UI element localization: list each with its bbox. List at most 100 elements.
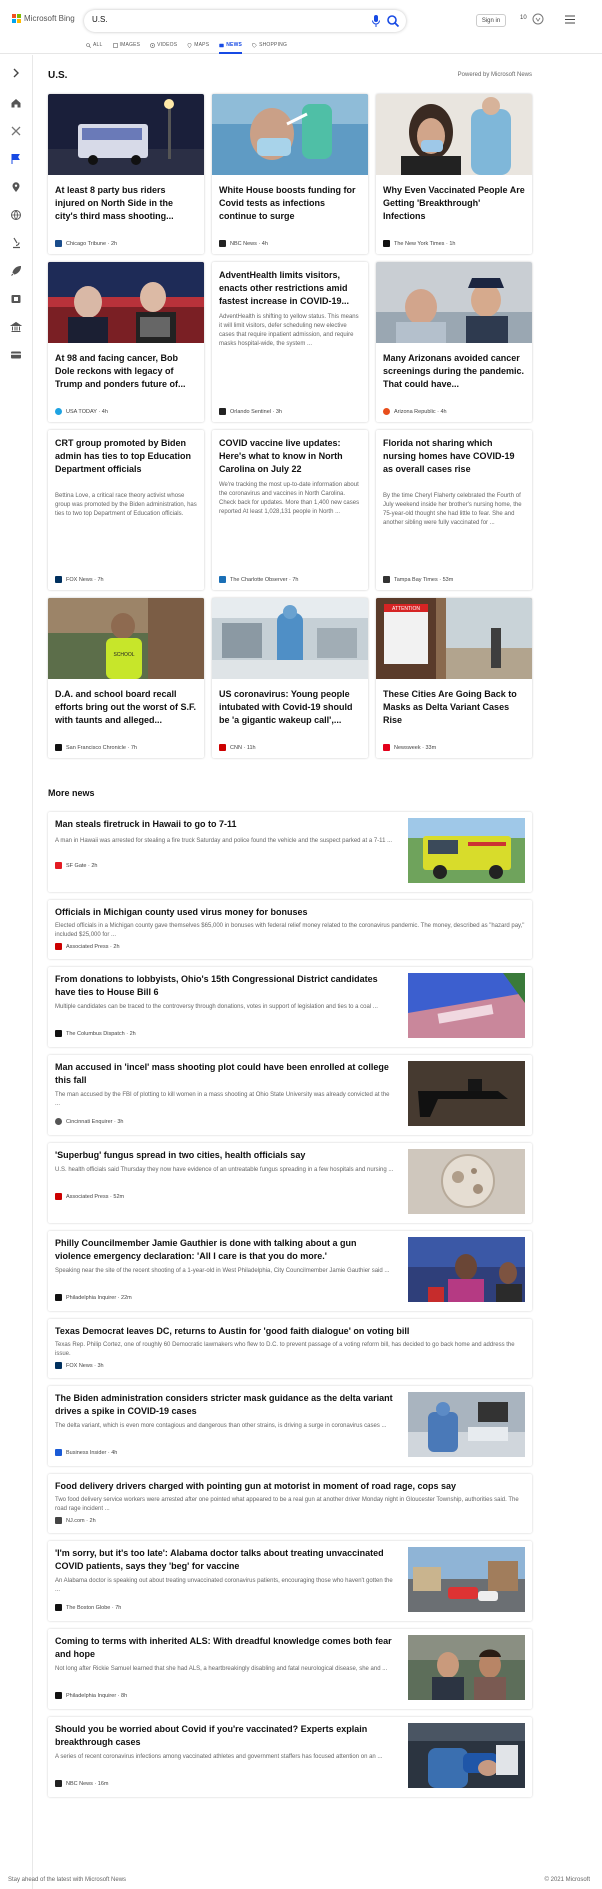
item-source[interactable]: NBC News · 16m [55,1780,109,1787]
card-title[interactable]: US coronavirus: Young people intubated w… [219,688,361,730]
hamburger-menu-icon[interactable] [565,15,575,24]
card-title[interactable]: At least 8 party bus riders injured on N… [55,184,197,226]
flag-icon[interactable] [10,153,22,165]
rewards-points[interactable]: 10 [520,15,527,21]
item-title[interactable]: Man accused in 'incel' mass shooting plo… [55,1061,395,1087]
tab-videos[interactable]: VIDEOS [150,40,177,50]
card-source[interactable]: The New York Times · 1h [383,240,455,247]
building-icon[interactable] [10,321,22,333]
globe-icon[interactable] [10,209,22,221]
news-card[interactable]: Many Arizonans avoided cancer screenings… [376,262,532,422]
news-card[interactable]: SCHOOL D.A. and school board recall effo… [48,598,204,758]
search-box[interactable]: U.S. [84,10,406,32]
more-news-item[interactable]: Man accused in 'incel' mass shooting plo… [48,1055,532,1135]
card-title[interactable]: These Cities Are Going Back to Masks as … [383,688,525,730]
more-news-item[interactable]: 'Superbug' fungus spread in two cities, … [48,1143,532,1223]
item-title[interactable]: Texas Democrat leaves DC, returns to Aus… [55,1325,525,1338]
card-source[interactable]: NBC News · 4h [219,240,268,247]
card-title[interactable]: Many Arizonans avoided cancer screenings… [383,352,525,394]
card-title[interactable]: At 98 and facing cancer, Bob Dole reckon… [55,352,197,394]
card-title[interactable]: Why Even Vaccinated People Are Getting '… [383,184,525,226]
film-icon[interactable] [10,293,22,305]
news-card[interactable]: US coronavirus: Young people intubated w… [212,598,368,758]
tab-news[interactable]: NEWS [219,40,242,54]
card-source[interactable]: USA TODAY · 4h [55,408,108,415]
card-icon[interactable] [10,349,22,361]
sign-in-button[interactable]: Sign in [476,14,506,27]
more-news-item[interactable]: Texas Democrat leaves DC, returns to Aus… [48,1319,532,1378]
card-title[interactable]: COVID vaccine live updates: Here's what … [219,437,361,477]
home-icon[interactable] [10,97,22,109]
item-title[interactable]: Food delivery drivers charged with point… [55,1480,525,1493]
item-source[interactable]: Associated Press · 2h [55,943,120,950]
more-news-item[interactable]: The Biden administration considers stric… [48,1386,532,1466]
item-source[interactable]: The Boston Globe · 7h [55,1604,121,1611]
item-source[interactable]: The Columbus Dispatch · 2h [55,1030,136,1037]
news-card[interactable]: Why Even Vaccinated People Are Getting '… [376,94,532,254]
search-icon[interactable] [386,14,400,28]
item-title[interactable]: The Biden administration considers stric… [55,1392,395,1418]
bing-logo[interactable]: Microsoft Bing [12,14,75,23]
news-card[interactable]: At 98 and facing cancer, Bob Dole reckon… [48,262,204,422]
more-news-item[interactable]: Food delivery drivers charged with point… [48,1474,532,1533]
item-source[interactable]: FOX News · 3h [55,1362,104,1369]
more-news-item[interactable]: Coming to terms with inherited ALS: With… [48,1629,532,1709]
card-source[interactable]: CNN · 11h [219,744,256,751]
item-source[interactable]: SF Gate · 2h [55,862,98,869]
item-source[interactable]: Philadelphia Inquirer · 22m [55,1294,132,1301]
crosshair-icon[interactable] [10,125,22,137]
item-title[interactable]: Coming to terms with inherited ALS: With… [55,1635,395,1661]
item-source[interactable]: Associated Press · 52m [55,1193,124,1200]
item-title[interactable]: Officials in Michigan county used virus … [55,906,525,919]
item-title[interactable]: From donations to lobbyists, Ohio's 15th… [55,973,395,999]
more-news-item[interactable]: 'I'm sorry, but it's too late': Alabama … [48,1541,532,1621]
item-title[interactable]: Should you be worried about Covid if you… [55,1723,395,1749]
powered-by[interactable]: Powered by Microsoft News [458,72,532,78]
rocket-icon[interactable] [10,265,22,277]
item-source[interactable]: Cincinnati Enquirer · 3h [55,1118,123,1125]
card-title[interactable]: CRT group promoted by Biden admin has ti… [55,437,197,477]
card-title[interactable]: Florida not sharing which nursing homes … [383,437,525,477]
card-title[interactable]: AdventHealth limits visitors, enacts oth… [219,269,361,309]
card-source[interactable]: The Charlotte Observer · 7h [219,576,298,583]
item-source[interactable]: NJ.com · 2h [55,1517,96,1524]
more-news-item[interactable]: From donations to lobbyists, Ohio's 15th… [48,967,532,1047]
item-source[interactable]: Business Insider · 4h [55,1449,117,1456]
tab-all[interactable]: ALL [86,40,103,50]
item-title[interactable]: Philly Councilmember Jamie Gauthier is d… [55,1237,395,1263]
news-card[interactable]: CRT group promoted by Biden admin has ti… [48,430,204,590]
item-title[interactable]: 'I'm sorry, but it's too late': Alabama … [55,1547,395,1573]
card-source[interactable]: FOX News · 7h [55,576,104,583]
news-card[interactable]: COVID vaccine live updates: Here's what … [212,430,368,590]
card-title[interactable]: D.A. and school board recall efforts bri… [55,688,197,730]
card-title[interactable]: White House boosts funding for Covid tes… [219,184,361,226]
tab-shopping[interactable]: SHOPPING [252,40,287,50]
news-card[interactable]: White House boosts funding for Covid tes… [212,94,368,254]
card-source[interactable]: Chicago Tribune · 2h [55,240,117,247]
item-title[interactable]: 'Superbug' fungus spread in two cities, … [55,1149,395,1162]
footer-promo[interactable]: Stay ahead of the latest with Microsoft … [8,1877,126,1883]
more-news-item[interactable]: Officials in Michigan county used virus … [48,900,532,959]
more-news-item[interactable]: Should you be worried about Covid if you… [48,1717,532,1797]
card-source[interactable]: Orlando Sentinel · 3h [219,408,282,415]
more-news-item[interactable]: Man steals firetruck in Hawaii to go to … [48,812,532,892]
more-news-item[interactable]: Philly Councilmember Jamie Gauthier is d… [48,1231,532,1311]
news-card[interactable]: At least 8 party bus riders injured on N… [48,94,204,254]
chevron-right-icon[interactable] [10,67,22,79]
tab-images[interactable]: IMAGES [112,40,141,50]
location-icon[interactable] [10,181,22,193]
news-card[interactable]: ATTENTION These Cities Are Going Back to… [376,598,532,758]
microscope-icon[interactable] [10,237,22,249]
rewards-medal-icon[interactable] [532,13,544,25]
microphone-icon[interactable] [371,14,381,28]
news-card[interactable]: Florida not sharing which nursing homes … [376,430,532,590]
search-input[interactable]: U.S. [92,15,108,24]
card-source[interactable]: Newsweek · 33m [383,744,436,751]
item-source[interactable]: Philadelphia Inquirer · 8h [55,1692,127,1699]
news-card[interactable]: AdventHealth limits visitors, enacts oth… [212,262,368,422]
tab-maps[interactable]: MAPS [187,40,209,50]
card-source[interactable]: San Francisco Chronicle · 7h [55,744,137,751]
card-source[interactable]: Tampa Bay Times · 53m [383,576,453,583]
item-title[interactable]: Man steals firetruck in Hawaii to go to … [55,818,395,831]
card-source[interactable]: Arizona Republic · 4h [383,408,447,415]
